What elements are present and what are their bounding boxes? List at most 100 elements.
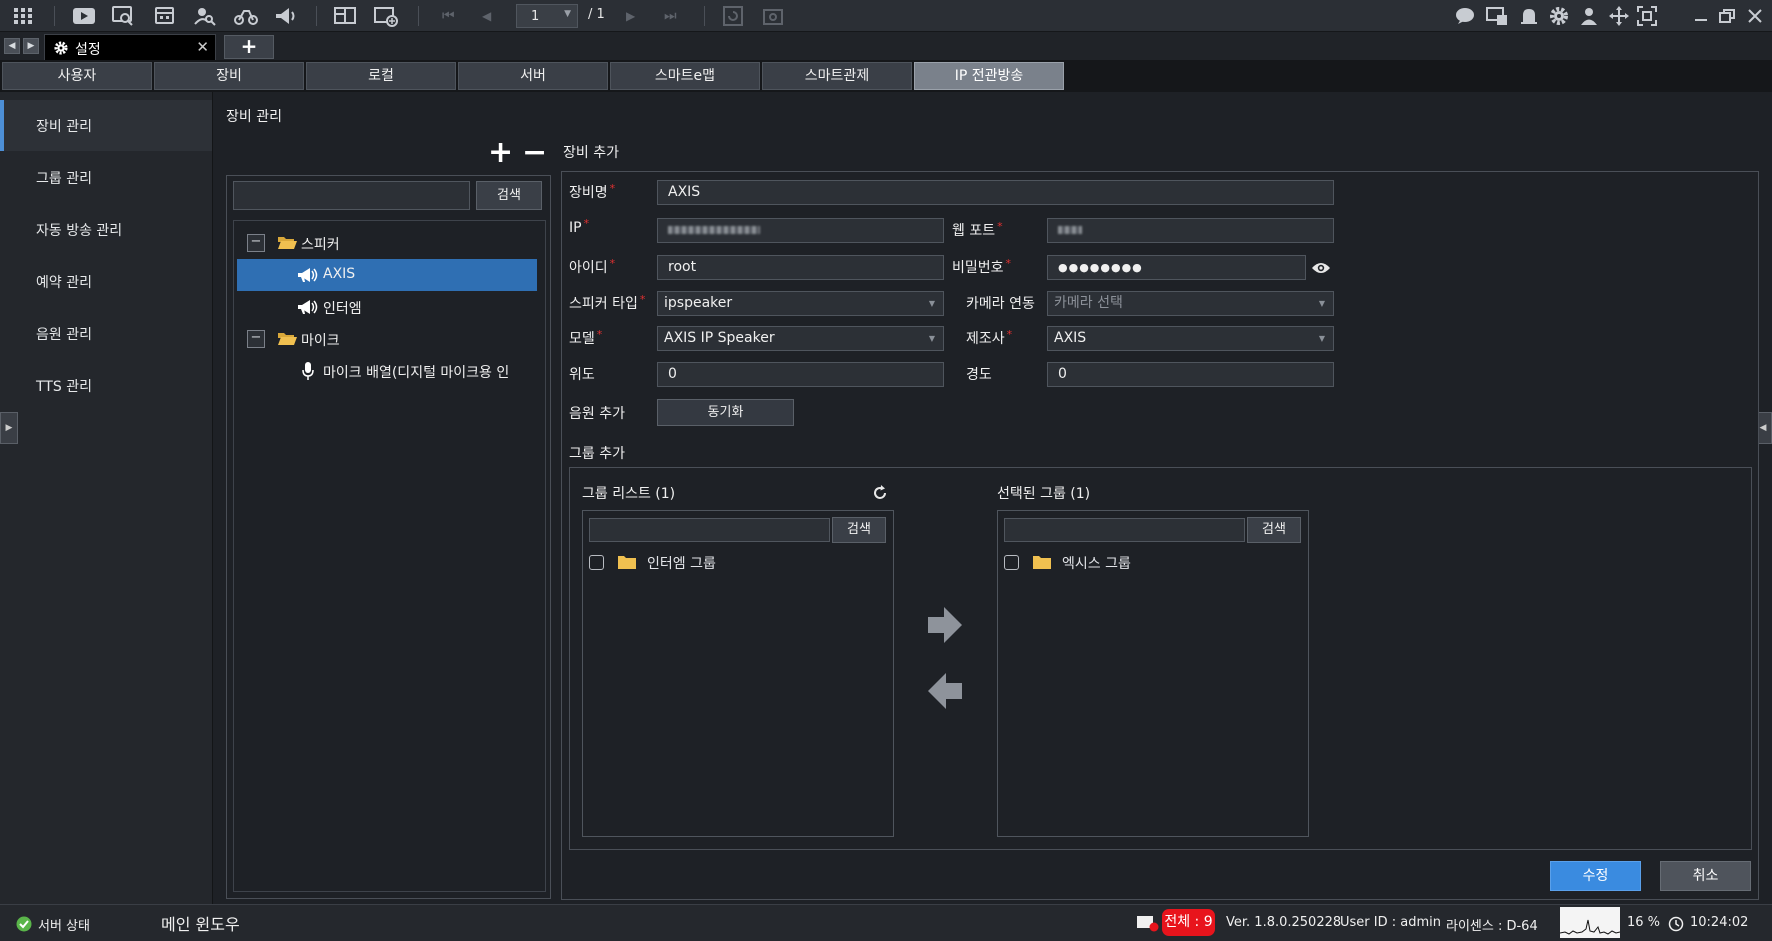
cpu-usage-text: 16 %: [1627, 915, 1661, 930]
group-list-search-input[interactable]: [589, 518, 830, 542]
user-icon[interactable]: [1578, 5, 1600, 27]
camera-link-value: 카메라 선택: [1054, 295, 1123, 311]
collapse-icon[interactable]: −: [247, 234, 265, 252]
minimize-icon[interactable]: [1690, 5, 1712, 27]
maker-select[interactable]: AXIS ▼: [1047, 326, 1334, 351]
sidebar-item-group-management[interactable]: 그룹 관리: [0, 152, 212, 203]
close-icon[interactable]: [1744, 5, 1766, 27]
snapshot-icon[interactable]: [762, 5, 784, 27]
tree-search-input[interactable]: [233, 181, 470, 210]
add-tab-button[interactable]: +: [224, 35, 274, 59]
move-right-arrow-icon[interactable]: [926, 605, 964, 645]
settings-window-tab[interactable]: 설정 ✕: [44, 34, 216, 60]
main-window-label[interactable]: 메인 윈도우: [161, 911, 240, 935]
tree-node-mic[interactable]: − 마이크: [237, 323, 537, 355]
model-label: 모델 *: [569, 328, 603, 347]
id-field[interactable]: root: [657, 255, 944, 280]
group-item-label: 엑시스 그룹: [1062, 556, 1131, 572]
list-item[interactable]: 인터엠 그룹: [589, 553, 889, 577]
calendar-icon[interactable]: [154, 5, 176, 27]
broadcast-icon[interactable]: [274, 5, 296, 27]
next-page-icon[interactable]: ▶: [626, 5, 648, 27]
gear-icon[interactable]: [1548, 5, 1570, 27]
group-list-search-button[interactable]: 검색: [832, 517, 886, 543]
model-select[interactable]: AXIS IP Speaker ▼: [657, 326, 944, 351]
tree-node-axis[interactable]: AXIS: [237, 259, 537, 291]
first-page-icon[interactable]: ⏮: [442, 5, 464, 27]
cancel-button[interactable]: 취소: [1660, 861, 1751, 891]
speaker-type-select[interactable]: ipspeaker ▼: [657, 291, 944, 316]
collapse-icon[interactable]: −: [247, 330, 265, 348]
add-layout-icon[interactable]: [374, 5, 398, 27]
sidebar-item-sound-source[interactable]: 음원 관리: [0, 308, 212, 359]
speaker-icon: [297, 266, 319, 284]
id-label: 아이디 *: [569, 257, 616, 276]
camera-link-select[interactable]: 카메라 선택 ▼: [1047, 291, 1334, 316]
tree-search-button[interactable]: 검색: [476, 181, 542, 210]
sync-button[interactable]: 동기화: [657, 399, 794, 426]
layout-icon[interactable]: [334, 5, 356, 27]
password-field[interactable]: ●●●●●●●●: [1047, 255, 1306, 280]
event-icon[interactable]: [234, 5, 258, 27]
save-button[interactable]: 수정: [1550, 861, 1641, 891]
sidebar-item-reservation[interactable]: 예약 관리: [0, 256, 212, 307]
tree-node-speaker[interactable]: − 스피커: [237, 227, 537, 259]
tree-node-interm[interactable]: 인터엠: [237, 291, 537, 323]
grid-icon[interactable]: [12, 5, 34, 27]
move-left-arrow-icon[interactable]: [926, 671, 964, 711]
server-status[interactable]: 서버 상태: [38, 915, 90, 934]
play-icon[interactable]: [72, 5, 95, 27]
checkbox[interactable]: [589, 555, 604, 570]
sidebar-item-device-management[interactable]: 장비 관리: [0, 100, 212, 151]
fullscreen-icon[interactable]: [1636, 5, 1658, 27]
page-current: 1: [531, 9, 540, 24]
cpu-graph: [1560, 907, 1620, 938]
ip-field[interactable]: [657, 218, 944, 243]
chevron-down-icon: ▼: [1318, 299, 1325, 308]
selected-group-search-button[interactable]: 검색: [1247, 517, 1301, 543]
tab-server[interactable]: 서버: [458, 62, 608, 90]
tab-user[interactable]: 사용자: [2, 62, 152, 90]
camera-alert-icon: [1136, 913, 1160, 933]
folder-icon: [617, 554, 637, 570]
last-page-icon[interactable]: ⏭: [664, 5, 686, 27]
page-total: / 1: [588, 7, 605, 22]
latitude-field[interactable]: 0: [657, 362, 944, 387]
monitor-settings-icon[interactable]: [1486, 5, 1508, 27]
close-tab-icon[interactable]: ✕: [196, 38, 209, 56]
page-selector[interactable]: 1 ▼: [516, 4, 578, 28]
tab-local[interactable]: 로컬: [306, 62, 456, 90]
chat-icon[interactable]: [1454, 5, 1476, 27]
total-alert-badge[interactable]: 전체 : 9: [1162, 909, 1215, 936]
refresh-icon[interactable]: [722, 5, 744, 27]
prev-page-icon[interactable]: ◀: [482, 5, 504, 27]
tab-prev-icon[interactable]: ◀: [4, 38, 20, 54]
tab-smart-control[interactable]: 스마트관제: [762, 62, 912, 90]
device-name-field[interactable]: AXIS: [657, 180, 1334, 205]
sidebar-item-tts[interactable]: TTS 관리: [0, 360, 212, 411]
web-port-field[interactable]: [1047, 218, 1334, 243]
tab-next-icon[interactable]: ▶: [23, 38, 39, 54]
tab-device[interactable]: 장비: [154, 62, 304, 90]
add-device-icon[interactable]: +: [488, 138, 513, 168]
selected-group-search-input[interactable]: [1004, 518, 1245, 542]
remove-device-icon[interactable]: −: [522, 138, 547, 168]
alarm-icon[interactable]: [1518, 5, 1540, 27]
tab-ip-broadcast[interactable]: IP 전관방송: [914, 62, 1064, 90]
list-item[interactable]: 엑시스 그룹: [1004, 553, 1304, 577]
tree-node-mic-array[interactable]: 마이크 배열(디지털 마이크용 인: [237, 355, 537, 387]
refresh-icon[interactable]: [871, 484, 889, 502]
search-video-icon[interactable]: [112, 5, 134, 27]
clock-icon: [1668, 916, 1684, 932]
longitude-field[interactable]: 0: [1047, 362, 1334, 387]
settings-sidebar: 장비 관리 그룹 관리 자동 방송 관리 예약 관리 음원 관리 TTS 관리: [0, 92, 213, 904]
restore-icon[interactable]: [1716, 5, 1738, 27]
eye-icon[interactable]: [1311, 261, 1331, 275]
sidebar-item-auto-broadcast[interactable]: 자동 방송 관리: [0, 204, 212, 255]
move-icon[interactable]: [1608, 5, 1630, 27]
tab-smart-emap[interactable]: 스마트e맵: [610, 62, 760, 90]
person-search-icon[interactable]: [194, 5, 216, 27]
collapse-left-handle[interactable]: ▶: [0, 412, 18, 444]
group-add-label: 그룹 추가: [569, 446, 625, 462]
checkbox[interactable]: [1004, 555, 1019, 570]
